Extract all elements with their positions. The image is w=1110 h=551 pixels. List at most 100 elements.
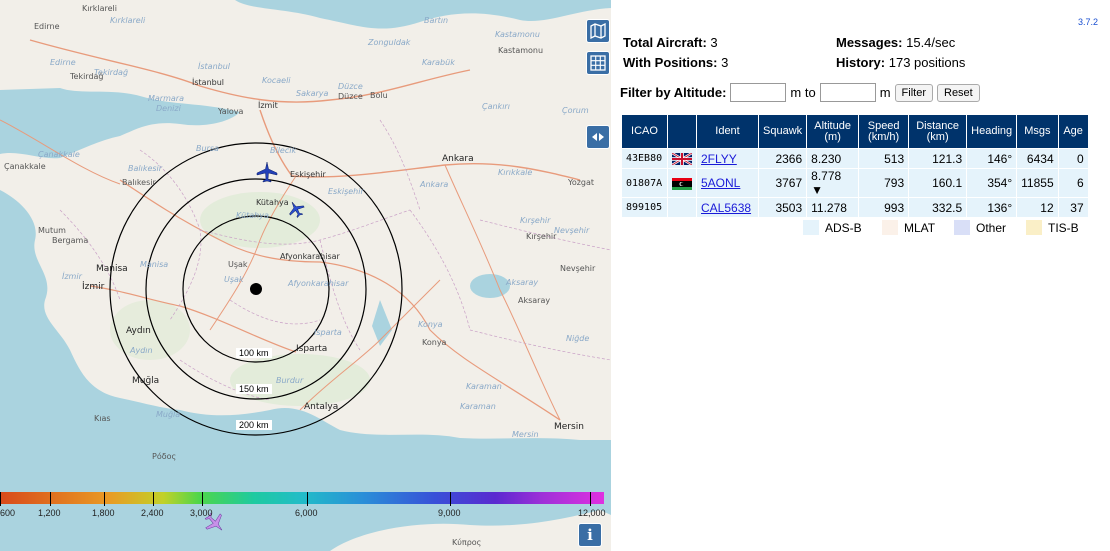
toggle-sidebar-button[interactable] <box>586 125 610 149</box>
col-flag[interactable] <box>667 114 697 149</box>
map-place-label: Kütahya <box>236 211 269 220</box>
map-place-label: Konya <box>422 338 447 347</box>
col-msgs[interactable]: Msgs <box>1016 114 1059 149</box>
sidebar: 3.7.2 Total Aircraft: 3 With Positions: … <box>611 0 1110 551</box>
ident-cell[interactable]: 2FLYY <box>696 148 759 169</box>
info-icon: i <box>587 526 593 544</box>
col-altitude[interactable]: Altitude (m) <box>806 114 860 149</box>
aircraft-marker-5aonl[interactable] <box>287 200 305 218</box>
map-view[interactable]: Kırklareli Kırklareli Edirne Edirne Tekirdağ… <box>0 0 611 551</box>
altitude-tick <box>50 492 51 506</box>
msgs-cell: 12 <box>1016 197 1059 218</box>
messages-stat: Messages: 15.4/sec <box>836 35 956 50</box>
speed-cell: 513 <box>858 148 910 169</box>
map-place-label: İstanbul <box>198 62 231 71</box>
ident-link[interactable]: 2FLYY <box>701 152 737 166</box>
map-place-label: Mersin <box>512 430 539 439</box>
map-place-label: İzmir <box>62 272 82 281</box>
map-place-label: Manisa <box>140 260 169 269</box>
map-place-label: Zonguldak <box>368 38 411 47</box>
col-age[interactable]: Age <box>1057 114 1089 149</box>
squawk-cell: 3767 <box>757 168 808 198</box>
map-place-label: Uşak <box>224 275 244 284</box>
distance-cell: 332.5 <box>908 197 968 218</box>
map-place-label: Çanakkale <box>4 162 46 171</box>
ident-cell[interactable]: CAL5638 <box>696 197 759 218</box>
grid-icon <box>590 55 606 71</box>
map-place-label: Balıkesir <box>122 178 156 187</box>
map-place-label: Uşak <box>228 260 248 269</box>
map-place-label: Çanakkale <box>38 150 80 159</box>
filter-button[interactable]: Filter <box>894 83 933 102</box>
map-icon <box>590 23 606 39</box>
map-place-label: Eskişehir <box>290 170 326 179</box>
map-place-label: Karaman <box>460 402 496 411</box>
distance-cell: 160.1 <box>908 168 968 198</box>
grid-toggle-button[interactable] <box>586 51 610 75</box>
map-place-label: Bilecik <box>270 146 297 155</box>
map-place-label: Kütahya <box>256 198 289 207</box>
table-row[interactable]: 01807A 5AONL 3767 8.778 ▼ 793 160.1 354° <box>621 168 1089 198</box>
altitude-cell: 8.778 ▼ <box>806 168 860 198</box>
altitude-tick-label: 3,000 <box>190 508 213 518</box>
map-place-label: Aydın <box>130 346 153 355</box>
col-speed[interactable]: Speed (km/h) <box>858 114 910 149</box>
info-button[interactable]: i <box>578 523 602 547</box>
col-squawk[interactable]: Squawk <box>757 114 808 149</box>
map-place-label: Çankırı <box>482 102 510 111</box>
legend-mlat: MLAT <box>882 220 935 235</box>
altitude-tick <box>450 492 451 506</box>
range-ring-label-150: 150 km <box>236 384 272 394</box>
age-cell: 0 <box>1057 148 1089 169</box>
map-place-label: Konya <box>418 320 443 329</box>
map-place-label: Yalova <box>218 107 244 116</box>
aircraft-marker-2flyy[interactable] <box>256 161 278 183</box>
table-row[interactable]: 899105 CAL5638 3503 11.278 993 332.5 136… <box>621 197 1089 218</box>
col-distance[interactable]: Distance (km) <box>908 114 968 149</box>
altitude-tick-label: 1,800 <box>92 508 115 518</box>
map-place-label: Kırşehir <box>526 232 557 241</box>
reset-button[interactable]: Reset <box>937 83 980 102</box>
ident-link[interactable]: CAL5638 <box>701 201 751 215</box>
col-heading[interactable]: Heading <box>966 114 1018 149</box>
history-stat: History: 173 positions <box>836 55 966 70</box>
map-place-label: Sakarya <box>296 89 329 98</box>
altitude-cell: 11.278 <box>806 197 860 218</box>
map-place-label: Bartın <box>424 16 449 25</box>
map-place-label: Düzce <box>338 82 363 91</box>
version-label: 3.7.2 <box>1077 17 1098 27</box>
altitude-filter: Filter by Altitude: m to m Filter Reset <box>620 83 980 102</box>
col-icao[interactable]: ICAO <box>621 114 668 149</box>
map-place-label: Muğla <box>132 376 160 386</box>
altitude-max-input[interactable] <box>819 83 876 102</box>
map-layers-button[interactable] <box>586 19 610 43</box>
flag-cell <box>667 197 697 218</box>
squawk-cell: 3503 <box>757 197 808 218</box>
icao-cell: 899105 <box>621 197 668 218</box>
map-place-label: Nevşehir <box>560 264 596 273</box>
ident-cell[interactable]: 5AONL <box>696 168 759 198</box>
altitude-tick <box>590 492 591 506</box>
map-place-label: Kocaeli <box>262 76 291 85</box>
altitude-tick <box>307 492 308 506</box>
age-cell: 37 <box>1057 197 1089 218</box>
map-place-label: Karabük <box>422 58 455 67</box>
col-ident[interactable]: Ident <box>696 114 759 149</box>
expand-arrows-icon <box>592 133 604 141</box>
age-cell: 6 <box>1057 168 1089 198</box>
altitude-tick <box>153 492 154 506</box>
ident-link[interactable]: 5AONL <box>701 176 740 190</box>
map-place-label: Aksaray <box>506 278 539 287</box>
filter-label: Filter by Altitude: <box>620 85 727 100</box>
map-place-label: Bolu <box>370 91 388 100</box>
map-place-label: Burdur <box>276 376 304 385</box>
map-place-label: Kırklareli <box>110 16 146 25</box>
altitude-min-input[interactable] <box>730 83 787 102</box>
total-aircraft-stat: Total Aircraft: 3 <box>623 35 718 50</box>
legend-other: Other <box>954 220 1006 235</box>
legend-adsb: ADS-B <box>803 220 862 235</box>
map-place-label: Kıas <box>94 414 111 423</box>
speed-cell: 993 <box>858 197 910 218</box>
table-row[interactable]: 43EB80 2FLYY 2366 8.230 513 121.3 146° 6… <box>621 148 1089 169</box>
heading-cell: 146° <box>966 148 1018 169</box>
